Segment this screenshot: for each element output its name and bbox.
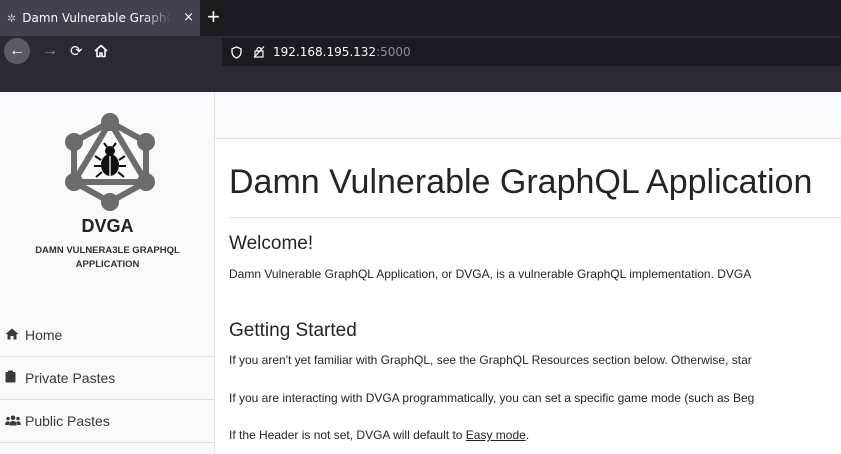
main-content: Damn Vulnerable GraphQL Application Welc… [229, 139, 841, 454]
reload-button[interactable]: ⟳ [70, 36, 83, 66]
bug-icon [94, 142, 126, 178]
page-title: Damn Vulnerable GraphQL Application [229, 163, 813, 201]
easy-mode-link[interactable]: Easy mode [466, 428, 526, 442]
tagline-line-1: DAMN VULNERA3LE GRAPHQL [35, 245, 180, 256]
sidebar-item-label: Private Pastes [25, 370, 116, 386]
sidebar-item-label: Public Pastes [25, 413, 110, 429]
users-icon [5, 414, 25, 429]
getting-started-paragraph-1: If you aren't yet familiar with GraphQL,… [229, 353, 752, 367]
getting-started-paragraph-3: If the Header is not set, DVGA will defa… [229, 428, 529, 442]
sidebar-menu: Home Private Pastes Public Pastes [0, 314, 214, 443]
arrow-right-icon: → [42, 42, 58, 59]
divider [229, 217, 841, 218]
reload-icon: ⟳ [70, 43, 83, 60]
tagline-line-2: APPLICATION [75, 259, 140, 270]
new-tab-button[interactable]: + [207, 4, 220, 30]
browser-tab[interactable]: ✲ Damn Vulnerable GraphQL Application × [0, 0, 200, 36]
url-bar[interactable]: 192.168.195.132:5000 [222, 38, 841, 66]
back-button[interactable]: ← [4, 38, 30, 64]
sidebar: DVGA DAMN VULNERA3LE GRAPHQL APPLICATION… [0, 92, 215, 454]
clipboard-icon [5, 370, 25, 386]
tab-close-icon[interactable]: × [183, 10, 194, 25]
paragraph-text: If the Header is not set, DVGA will defa… [229, 428, 466, 442]
sidebar-item-private-pastes[interactable]: Private Pastes [0, 357, 214, 400]
browser-tab-strip: ✲ Damn Vulnerable GraphQL Application × … [0, 0, 841, 36]
url-port: :5000 [376, 45, 411, 59]
brand-tagline: DAMN VULNERA3LE GRAPHQL APPLICATION [0, 244, 215, 272]
getting-started-paragraph-2: If you are interacting with DVGA program… [229, 391, 755, 405]
shield-icon [231, 45, 242, 59]
forward-button[interactable]: → [42, 36, 58, 66]
insecure-lock-icon[interactable] [253, 46, 265, 58]
welcome-paragraph: Damn Vulnerable GraphQL Application, or … [229, 267, 752, 281]
home-icon [5, 328, 25, 343]
getting-started-heading: Getting Started [229, 320, 357, 341]
browser-toolbar: ← → ⟳ 192.168.195.132:5000 [0, 36, 841, 92]
sidebar-item-public-pastes[interactable]: Public Pastes [0, 400, 214, 443]
url-host: 192.168.195.132 [273, 45, 377, 59]
sidebar-item-label: Home [25, 327, 63, 343]
paragraph-text: . [525, 428, 530, 442]
arrow-left-icon: ← [9, 42, 25, 59]
home-icon [94, 44, 108, 58]
tab-title: Damn Vulnerable GraphQL Application [22, 11, 173, 25]
top-navbar [215, 92, 841, 139]
sidebar-item-home[interactable]: Home [0, 314, 214, 357]
brand-name: DVGA [81, 216, 134, 236]
home-button[interactable] [94, 36, 108, 66]
welcome-heading: Welcome! [229, 233, 314, 254]
dvga-logo-icon [65, 113, 155, 211]
tab-favicon-icon: ✲ [7, 11, 17, 25]
